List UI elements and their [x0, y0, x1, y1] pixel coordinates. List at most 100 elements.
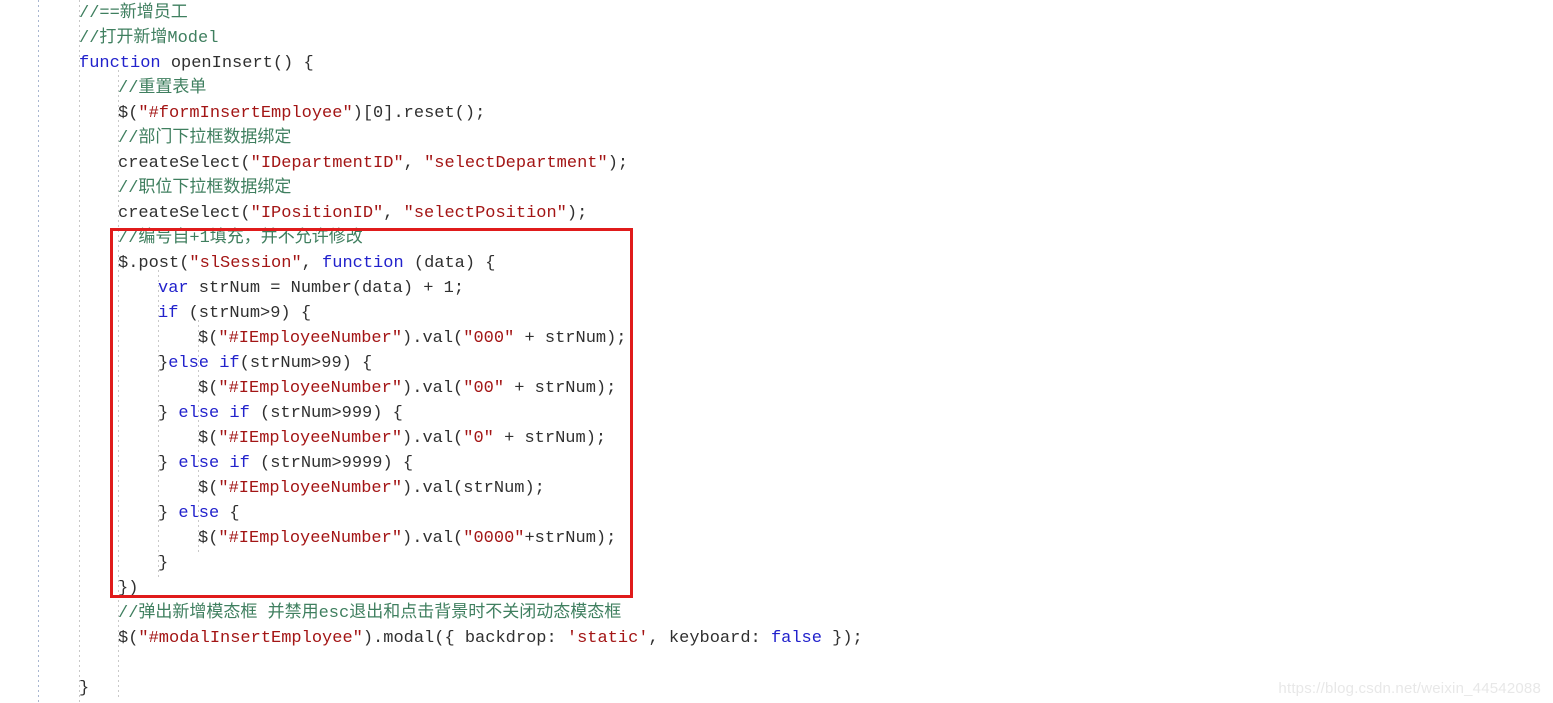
- code-token: "#IEmployeeNumber": [218, 429, 403, 448]
- code-token: "#modalInsertEmployee": [138, 629, 363, 648]
- code-token: createSelect(: [118, 204, 251, 223]
- code-token: "IPositionID": [250, 204, 384, 223]
- code-token: $(: [198, 379, 219, 398]
- code-line[interactable]: //职位下拉框数据绑定: [118, 176, 291, 201]
- code-token: $(: [198, 479, 219, 498]
- code-token: //职位下拉框数据绑定: [118, 179, 292, 198]
- code-editor-canvas[interactable]: //==新增员工 //打开新增Model function openInsert()…: [0, 0, 1553, 703]
- code-line[interactable]: $("#IEmployeeNumber").val("00" + strNum)…: [198, 376, 616, 401]
- code-token: , keyboard:: [648, 629, 771, 648]
- code-token: "slSession": [189, 254, 302, 273]
- code-line[interactable]: }: [158, 551, 168, 576]
- code-line[interactable]: var strNum = Number(data) + 1;: [158, 276, 464, 301]
- code-token: (strNum>9999) {: [249, 454, 414, 473]
- code-line[interactable]: createSelect("IDepartmentID", "selectDep…: [118, 151, 628, 176]
- code-token: $(: [118, 104, 139, 123]
- code-token: {: [219, 504, 240, 523]
- code-token: ).val(: [402, 329, 464, 348]
- code-token: "#IEmployeeNumber": [218, 529, 403, 548]
- code-token: ).val(: [402, 379, 464, 398]
- code-token: }: [158, 454, 179, 473]
- code-token: "selectDepartment": [424, 154, 608, 173]
- code-token: function: [322, 254, 404, 273]
- code-line[interactable]: //部门下拉框数据绑定: [118, 126, 291, 151]
- code-token: + strNum);: [504, 379, 617, 398]
- code-token: "#IEmployeeNumber": [218, 379, 403, 398]
- code-line[interactable]: $("#IEmployeeNumber").val(strNum);: [198, 476, 545, 501]
- code-token: else if: [168, 354, 240, 373]
- code-token: else if: [178, 454, 250, 473]
- code-line[interactable]: $("#IEmployeeNumber").val("000" + strNum…: [198, 326, 627, 351]
- indent-guide-level-0: [79, 0, 80, 703]
- code-line[interactable]: } else if (strNum>999) {: [158, 401, 403, 426]
- code-line[interactable]: $("#IEmployeeNumber").val("0000"+strNum)…: [198, 526, 616, 551]
- code-token: if: [158, 304, 179, 323]
- code-token: else: [178, 504, 220, 523]
- code-token: }: [158, 404, 179, 423]
- code-line[interactable]: //编号自+1填充，并不允许修改: [118, 226, 363, 251]
- code-token: "000": [463, 329, 515, 348]
- code-token: $(: [198, 329, 219, 348]
- code-line[interactable]: //打开新增Model: [79, 26, 218, 51]
- code-token: + strNum);: [514, 329, 627, 348]
- code-line[interactable]: if (strNum>9) {: [158, 301, 311, 326]
- code-token: //编号自+1填充，并不允许修改: [118, 229, 363, 248]
- code-token: $(: [198, 529, 219, 548]
- code-token: $(: [118, 629, 139, 648]
- code-token: "IDepartmentID": [250, 154, 404, 173]
- code-token: });: [821, 629, 863, 648]
- code-token: "selectPosition": [403, 204, 567, 223]
- code-token: ).val(strNum);: [402, 479, 545, 498]
- code-token: (data) {: [403, 254, 496, 273]
- code-token: strNum = Number(data) + 1;: [188, 279, 465, 298]
- code-line[interactable]: }): [118, 576, 138, 601]
- code-line[interactable]: $.post("slSession", function (data) {: [118, 251, 496, 276]
- code-token: +strNum);: [524, 529, 617, 548]
- code-token: "0": [463, 429, 494, 448]
- code-token: "00": [463, 379, 505, 398]
- indent-guide-outer: [38, 0, 39, 703]
- code-token: createSelect(: [118, 154, 251, 173]
- code-line[interactable]: }: [79, 676, 89, 701]
- code-line[interactable]: function openInsert() {: [79, 51, 314, 76]
- code-line[interactable]: createSelect("IPositionID", "selectPosit…: [118, 201, 587, 226]
- code-token: ).val(: [402, 429, 464, 448]
- code-token: 'static': [566, 629, 649, 648]
- code-token: }: [158, 354, 169, 373]
- code-token: false: [770, 629, 822, 648]
- code-line[interactable]: $("#formInsertEmployee")[0].reset();: [118, 101, 485, 126]
- code-token: }: [158, 504, 179, 523]
- code-token: ).modal({ backdrop:: [362, 629, 567, 648]
- code-token: ,: [403, 154, 425, 173]
- code-token: "#formInsertEmployee": [138, 104, 353, 123]
- code-token: function: [79, 54, 161, 73]
- code-token: }: [79, 679, 90, 698]
- code-line[interactable]: } else if (strNum>9999) {: [158, 451, 413, 476]
- code-token: //==新增员工: [79, 4, 188, 23]
- code-line[interactable]: } else {: [158, 501, 240, 526]
- watermark-text: https://blog.csdn.net/weixin_44542088: [1278, 680, 1541, 697]
- code-token: ,: [301, 254, 323, 273]
- code-token: ).val(: [402, 529, 464, 548]
- code-line[interactable]: $("#IEmployeeNumber").val("0" + strNum);: [198, 426, 606, 451]
- code-token: + strNum);: [493, 429, 607, 448]
- code-line[interactable]: //重置表单: [118, 76, 206, 101]
- code-token: );: [607, 154, 629, 173]
- code-line[interactable]: $("#modalInsertEmployee").modal({ backdr…: [118, 626, 863, 651]
- code-token: "0000": [463, 529, 525, 548]
- code-token: //打开新增Model: [79, 29, 219, 48]
- code-token: )[0].reset();: [352, 104, 486, 123]
- code-line[interactable]: //弹出新增模态框 并禁用esc退出和点击背景时不关闭动态模态框: [118, 601, 621, 626]
- code-token: //部门下拉框数据绑定: [118, 129, 292, 148]
- code-line[interactable]: //==新增员工: [79, 1, 188, 26]
- code-token: //弹出新增模态框 并禁用esc退出和点击背景时不关闭动态模态框: [118, 604, 622, 623]
- code-token: "#IEmployeeNumber": [218, 479, 403, 498]
- code-token: (strNum>9) {: [178, 304, 312, 323]
- code-token: }: [158, 554, 169, 573]
- code-token: openInsert() {: [160, 54, 314, 73]
- code-token: "#IEmployeeNumber": [218, 329, 403, 348]
- code-token: ,: [383, 204, 404, 223]
- code-token: var: [158, 279, 189, 298]
- code-token: (strNum>999) {: [249, 404, 403, 423]
- code-line[interactable]: }else if(strNum>99) {: [158, 351, 372, 376]
